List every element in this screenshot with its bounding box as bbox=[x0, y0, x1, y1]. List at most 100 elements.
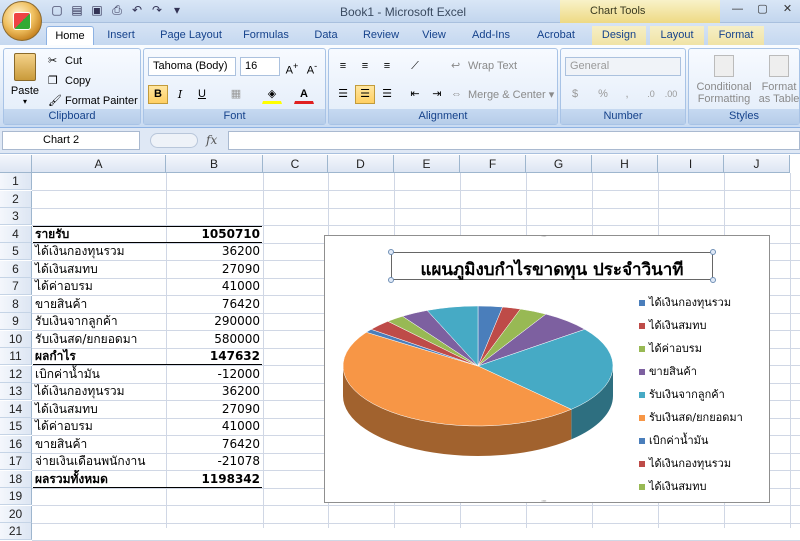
cell-A16[interactable]: ขายสินค้า bbox=[35, 436, 87, 453]
increase-decimal-button[interactable]: .0 bbox=[641, 85, 661, 104]
legend-item[interactable]: ได้เงินกองทุนรวม bbox=[639, 454, 731, 472]
legend-item[interactable]: ได้ค่าอบรม bbox=[639, 339, 702, 357]
legend-item[interactable]: ได้เงินกองทุนรวม bbox=[639, 293, 731, 311]
legend-item[interactable]: ขายสินค้า bbox=[639, 362, 697, 380]
formula-input[interactable] bbox=[228, 131, 800, 150]
borders-button[interactable]: ▦ bbox=[226, 85, 246, 104]
tab-formulas[interactable]: Formulas bbox=[236, 26, 296, 45]
orientation-button[interactable]: ⟋ bbox=[405, 57, 425, 76]
tab-design[interactable]: Design bbox=[592, 26, 646, 45]
cell-A15[interactable]: ได้ค่าอบรม bbox=[35, 418, 93, 435]
align-middle-button[interactable]: ≡ bbox=[355, 57, 375, 76]
increase-indent-button[interactable]: ⇥ bbox=[427, 85, 447, 104]
cell-A18[interactable]: ผลรวมทั้งหมด bbox=[35, 471, 108, 488]
align-top-button[interactable]: ≡ bbox=[333, 57, 353, 76]
currency-button[interactable]: $ bbox=[565, 85, 585, 104]
column-header-E[interactable]: E bbox=[394, 155, 460, 173]
select-all-corner[interactable] bbox=[0, 155, 32, 173]
font-size-select[interactable]: 16 bbox=[240, 57, 280, 76]
tab-view[interactable]: View bbox=[414, 26, 454, 45]
row-header-3[interactable]: 3 bbox=[0, 208, 32, 225]
cell-B6[interactable]: 27090 bbox=[222, 261, 260, 278]
title-handle-br[interactable] bbox=[710, 277, 716, 283]
minimize-icon[interactable]: — bbox=[725, 0, 750, 18]
legend-item[interactable]: รับเงินจากลูกค้า bbox=[639, 385, 725, 403]
redo-icon[interactable]: ↷ bbox=[150, 3, 164, 17]
decrease-decimal-button[interactable]: .00 bbox=[661, 85, 681, 104]
decrease-indent-button[interactable]: ⇤ bbox=[405, 85, 425, 104]
row-header-9[interactable]: 9 bbox=[0, 313, 32, 330]
tab-add-ins[interactable]: Add-Ins bbox=[464, 26, 518, 45]
cell-A9[interactable]: รับเงินจากลูกค้า bbox=[35, 313, 118, 330]
legend-item[interactable]: รับเงินสด/ยกยอดมา bbox=[639, 408, 743, 426]
bold-button[interactable]: B bbox=[148, 85, 168, 104]
row-header-12[interactable]: 12 bbox=[0, 365, 32, 383]
name-box[interactable]: Chart 2 bbox=[2, 131, 140, 150]
row-header-17[interactable]: 17 bbox=[0, 453, 32, 470]
row-header-19[interactable]: 19 bbox=[0, 488, 32, 505]
comma-button[interactable]: , bbox=[617, 85, 637, 104]
tab-layout[interactable]: Layout bbox=[650, 26, 704, 45]
format-painter-button[interactable]: 🖌 Format Painter bbox=[48, 94, 138, 108]
save-icon[interactable]: ▣ bbox=[90, 3, 104, 17]
conditional-formatting-button[interactable]: Conditional Formatting bbox=[693, 55, 755, 105]
cell-B18[interactable]: 1198342 bbox=[202, 471, 260, 488]
chart-resize-handle-bottom[interactable]: ∙∙∙∙ bbox=[541, 496, 547, 505]
align-right-button[interactable]: ☰ bbox=[377, 85, 397, 104]
row-header-15[interactable]: 15 bbox=[0, 418, 32, 435]
column-header-H[interactable]: H bbox=[592, 155, 658, 173]
row-header-1[interactable]: 1 bbox=[0, 173, 32, 190]
column-header-J[interactable]: J bbox=[724, 155, 790, 173]
cell-A6[interactable]: ได้เงินสมทบ bbox=[35, 261, 98, 278]
cell-B17[interactable]: -21078 bbox=[217, 453, 260, 470]
cut-button[interactable]: ✂ Cut bbox=[48, 54, 82, 68]
row-header-10[interactable]: 10 bbox=[0, 330, 32, 348]
cell-B16[interactable]: 76420 bbox=[222, 436, 260, 453]
column-header-G[interactable]: G bbox=[526, 155, 592, 173]
open-icon[interactable]: ▤ bbox=[70, 3, 84, 17]
align-center-button[interactable]: ☰ bbox=[355, 85, 375, 104]
column-header-D[interactable]: D bbox=[328, 155, 394, 173]
undo-icon[interactable]: ↶ bbox=[130, 3, 144, 17]
insert-function-button[interactable]: fx bbox=[206, 133, 217, 147]
cell-A7[interactable]: ได้ค่าอบรม bbox=[35, 278, 93, 295]
legend-item[interactable]: เบิกค่าน้ำมัน bbox=[639, 431, 708, 449]
row-header-6[interactable]: 6 bbox=[0, 260, 32, 278]
tab-acrobat[interactable]: Acrobat bbox=[528, 26, 584, 45]
cell-A13[interactable]: ได้เงินกองทุนรวม bbox=[35, 383, 125, 400]
paste-button[interactable]: Paste ▾ bbox=[10, 53, 40, 106]
maximize-icon[interactable]: ▢ bbox=[750, 0, 775, 18]
row-header-7[interactable]: 7 bbox=[0, 278, 32, 295]
row-header-20[interactable]: 20 bbox=[0, 505, 32, 523]
row-header-2[interactable]: 2 bbox=[0, 190, 32, 208]
fill-color-button[interactable]: ◈ bbox=[262, 85, 282, 104]
column-header-C[interactable]: C bbox=[263, 155, 328, 173]
column-header-I[interactable]: I bbox=[658, 155, 724, 173]
row-header-8[interactable]: 8 bbox=[0, 295, 32, 313]
italic-button[interactable]: I bbox=[170, 85, 190, 104]
tab-home[interactable]: Home bbox=[46, 26, 94, 45]
cell-B8[interactable]: 76420 bbox=[222, 296, 260, 313]
title-handle-tl[interactable] bbox=[388, 249, 394, 255]
chart-resize-handle-top[interactable]: ∙∙∙∙ bbox=[541, 231, 547, 240]
row-header-5[interactable]: 5 bbox=[0, 243, 32, 260]
cell-B13[interactable]: 36200 bbox=[222, 383, 260, 400]
title-handle-tr[interactable] bbox=[710, 249, 716, 255]
column-header-F[interactable]: F bbox=[460, 155, 526, 173]
align-bottom-button[interactable]: ≡ bbox=[377, 57, 397, 76]
tab-review[interactable]: Review bbox=[356, 26, 406, 45]
grow-font-button[interactable]: A+ bbox=[282, 57, 302, 77]
new-icon[interactable]: ▢ bbox=[50, 3, 64, 17]
cell-A8[interactable]: ขายสินค้า bbox=[35, 296, 87, 313]
row-header-21[interactable]: 21 bbox=[0, 523, 32, 540]
print-preview-icon[interactable]: ⎙ bbox=[110, 3, 124, 17]
row-header-11[interactable]: 11 bbox=[0, 348, 32, 365]
underline-button[interactable]: U bbox=[192, 85, 212, 104]
cell-B11[interactable]: 147632 bbox=[210, 348, 260, 365]
row-header-4[interactable]: 4 bbox=[0, 225, 32, 243]
legend-item[interactable]: ได้เงินสมทบ bbox=[639, 477, 707, 495]
cell-A14[interactable]: ได้เงินสมทบ bbox=[35, 401, 98, 418]
tab-format[interactable]: Format bbox=[708, 26, 764, 45]
tab-insert[interactable]: Insert bbox=[98, 26, 144, 45]
cell-A17[interactable]: จ่ายเงินเดือนพนักงาน bbox=[35, 453, 145, 470]
